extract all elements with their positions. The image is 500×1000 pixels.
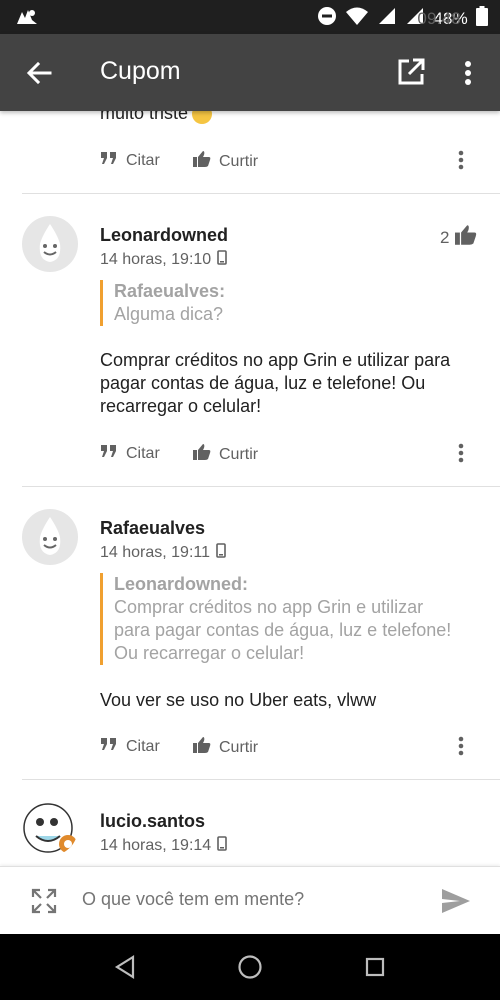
author-name[interactable]: Rafaeualves — [100, 518, 205, 539]
quote-label: Citar — [126, 444, 160, 462]
author-name[interactable]: Leonardowned — [100, 225, 228, 246]
avatar[interactable] — [22, 509, 78, 565]
app-notification-icon — [14, 6, 40, 33]
previous-post-text: muito triste — [100, 111, 213, 125]
like-label: Curtir — [219, 738, 259, 756]
back-arrow-icon[interactable] — [22, 56, 56, 90]
quote-button[interactable]: Citar — [100, 151, 160, 170]
quote-icon — [100, 151, 118, 170]
do-not-disturb-icon — [317, 6, 337, 31]
comments-list[interactable]: muito triste Citar Curtir Leonardowned 1… — [0, 111, 500, 866]
post-body-line: Vou ver se uso no Uber eats, vlww — [100, 690, 377, 710]
quote-block: Leonardowned: Comprar créditos no app Gr… — [100, 573, 480, 665]
like-button[interactable]: Curtir — [193, 151, 258, 172]
mobile-device-icon — [217, 250, 228, 270]
avatar[interactable] — [22, 216, 78, 272]
quote-block: Rafaeualves: Alguma dica? — [100, 280, 480, 326]
divider — [22, 193, 500, 194]
open-external-icon[interactable] — [396, 57, 426, 87]
nav-recents-icon[interactable] — [362, 954, 388, 980]
clock: 09:48 — [417, 8, 461, 28]
more-options-icon[interactable] — [458, 56, 478, 90]
app-toolbar: Cupom — [0, 34, 500, 111]
quote-text-line: para pagar contas de água, luz e telefon… — [114, 620, 452, 640]
divider — [22, 486, 500, 487]
system-nav-bar — [0, 934, 500, 1000]
quote-text-line: Alguma dica? — [114, 304, 224, 324]
expand-icon[interactable] — [30, 887, 58, 915]
nav-back-icon[interactable] — [113, 954, 139, 980]
like-count-number: 2 — [440, 227, 450, 247]
mobile-device-icon — [217, 836, 228, 856]
thumbs-up-icon — [193, 151, 211, 172]
thumbs-up-icon — [455, 225, 477, 250]
thumbs-up-icon — [193, 444, 211, 465]
author-name[interactable]: lucio.santos — [100, 811, 205, 832]
post-time-text: 14 horas, 19:14 — [100, 837, 212, 854]
status-bar: 48% 09:48 — [0, 0, 500, 34]
reply-input[interactable] — [82, 889, 402, 910]
post-actions: Citar Curtir — [0, 733, 500, 763]
mobile-device-icon — [216, 543, 226, 563]
divider — [22, 779, 500, 780]
like-button[interactable]: Curtir — [193, 444, 258, 465]
wifi-icon — [345, 6, 369, 31]
quote-icon — [100, 737, 118, 756]
sad-emoji-icon — [192, 111, 213, 125]
post-body: Comprar créditos no app Grin e utilizar … — [100, 349, 484, 418]
post-actions: Citar Curtir — [0, 440, 500, 470]
page-title: Cupom — [100, 57, 181, 85]
like-button[interactable]: Curtir — [193, 737, 258, 758]
quote-text-line: Ou recarregar o celular! — [114, 643, 305, 663]
post-menu-icon[interactable] — [452, 733, 470, 761]
quote-icon — [100, 444, 118, 463]
quote-label: Citar — [126, 151, 160, 169]
like-label: Curtir — [219, 152, 259, 170]
post-time-text: 14 horas, 19:10 — [100, 251, 212, 268]
post-body: Vou ver se uso no Uber eats, vlww — [100, 689, 484, 712]
post-body-line: pagar contas de água, luz e telefone! Ou — [100, 373, 426, 393]
thumbs-up-icon — [193, 737, 211, 758]
post-time-text: 14 horas, 19:11 — [100, 544, 211, 561]
post-time: 14 horas, 19:11 — [100, 543, 226, 563]
quote-author: Rafaeualves: — [114, 281, 226, 301]
reply-composer — [0, 866, 500, 934]
quote-text-line: Comprar créditos no app Grin e utilizar — [114, 597, 424, 617]
quote-button[interactable]: Citar — [100, 444, 160, 463]
quote-label: Citar — [126, 737, 160, 755]
avatar[interactable] — [22, 800, 78, 856]
like-label: Curtir — [219, 445, 259, 463]
battery-icon — [476, 6, 488, 31]
post-body-line: Comprar créditos no app Grin e utilizar … — [100, 350, 451, 370]
post-menu-icon[interactable] — [452, 147, 470, 175]
quote-author: Leonardowned: — [114, 574, 248, 594]
post-body-line: recarregar o celular! — [100, 396, 262, 416]
post-time: 14 horas, 19:14 — [100, 836, 228, 856]
quote-button[interactable]: Citar — [100, 737, 160, 756]
signal-icon-1 — [377, 6, 397, 31]
nav-home-icon[interactable] — [237, 954, 263, 980]
previous-post-actions: Citar Curtir — [0, 147, 500, 177]
like-count[interactable]: 2 — [440, 225, 477, 250]
post-time: 14 horas, 19:10 — [100, 250, 228, 270]
post-menu-icon[interactable] — [452, 440, 470, 468]
send-icon[interactable] — [440, 887, 472, 915]
previous-post-tail: muito triste — [100, 111, 189, 123]
